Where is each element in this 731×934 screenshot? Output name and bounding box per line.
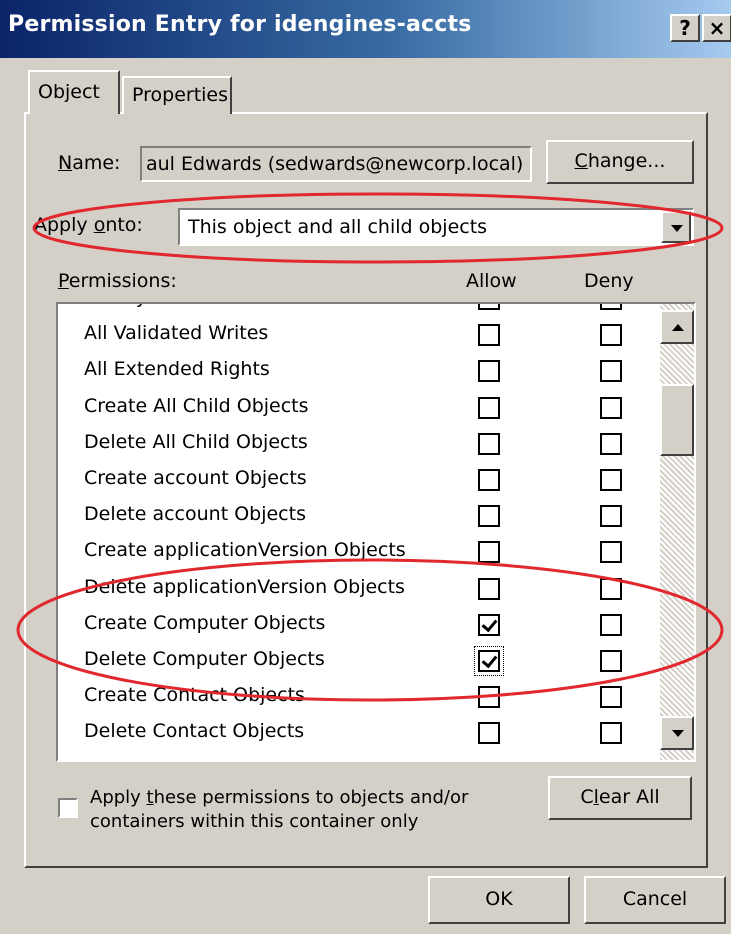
permissions-list[interactable]: Modify Owner All Validated Writes All Exte… xyxy=(56,302,696,762)
apply-container-only-line2: containers within this container only xyxy=(90,811,419,832)
permission-row[interactable]: Delete All Child Objects xyxy=(58,427,658,463)
title-bar[interactable]: Permission Entry for idengines-accts ? × xyxy=(0,0,731,58)
deny-checkbox[interactable] xyxy=(600,686,622,709)
scroll-up-arrow-icon[interactable] xyxy=(660,310,694,344)
apply-container-only-line1: Apply these permissions to objects and/o… xyxy=(90,786,468,810)
name-label-hotkey: N xyxy=(58,152,73,174)
permission-label: All Extended Rights xyxy=(84,358,270,381)
tab-properties-label: Properties xyxy=(132,84,229,106)
name-label: Name: xyxy=(58,152,120,174)
allow-checkbox[interactable] xyxy=(478,396,500,419)
permission-row[interactable]: All Extended Rights xyxy=(58,354,658,390)
permission-label: Create account Objects xyxy=(84,467,307,489)
scroll-thumb[interactable] xyxy=(660,384,694,456)
deny-checkbox[interactable] xyxy=(600,541,622,564)
permission-row[interactable]: Delete applicationVersion Objects xyxy=(58,572,658,608)
deny-checkbox[interactable] xyxy=(600,324,622,347)
allow-checkbox[interactable] xyxy=(478,613,500,636)
permission-label: Create Contact Objects xyxy=(84,684,305,707)
permission-row[interactable]: Create All Child Objects xyxy=(58,391,658,427)
apply-onto-post: nto: xyxy=(105,214,143,236)
apply-onto-dropdown[interactable]: This object and all child objects xyxy=(178,208,694,246)
apply-container-only-checkbox[interactable] xyxy=(58,798,78,818)
permission-label: Create All Child Objects xyxy=(84,394,309,417)
deny-checkbox[interactable] xyxy=(600,432,622,455)
permission-row[interactable]: Create Computer Objects xyxy=(58,608,658,644)
name-field: aul Edwards (sedwards@newcorp.local) xyxy=(140,146,532,182)
tab-properties[interactable]: Properties xyxy=(122,76,232,114)
allow-checkbox[interactable] xyxy=(478,304,500,310)
deny-checkbox[interactable] xyxy=(600,304,622,310)
apply-line1-hotkey: t xyxy=(146,787,154,808)
permission-row[interactable]: Delete Contact Objects xyxy=(58,716,658,752)
permission-label: Delete All Child Objects xyxy=(84,430,308,453)
permissions-label-text: ermissions: xyxy=(68,270,177,292)
tab-object[interactable]: Object xyxy=(28,70,120,114)
apply-onto-label: Apply onto: xyxy=(34,214,143,236)
tab-object-label: Object xyxy=(38,81,100,103)
clear-all-pre: C xyxy=(580,786,594,808)
apply-container-only-label: Apply these permissions to objects and/o… xyxy=(90,786,468,834)
permission-label: Delete applicationVersion Objects xyxy=(84,575,405,598)
name-value: aul Edwards (sedwards@newcorp.local) xyxy=(146,153,524,175)
change-hotkey: C xyxy=(574,150,588,172)
ok-button[interactable]: OK xyxy=(428,876,570,924)
apply-onto-value: This object and all child objects xyxy=(188,216,488,238)
permission-row[interactable]: Create Contact Objects xyxy=(58,680,658,716)
permission-label: Modify Owner xyxy=(84,304,215,308)
allow-checkbox[interactable] xyxy=(478,505,500,528)
deny-checkbox[interactable] xyxy=(600,360,622,383)
window-title: Permission Entry for idengines-accts xyxy=(8,12,472,37)
deny-checkbox[interactable] xyxy=(600,722,622,745)
permission-row[interactable]: All Validated Writes xyxy=(58,318,658,354)
allow-checkbox[interactable] xyxy=(478,722,500,745)
allow-checkbox[interactable] xyxy=(478,577,500,600)
permission-row[interactable]: Delete Computer Objects xyxy=(58,644,658,680)
permission-label: Create Computer Objects xyxy=(84,611,326,634)
allow-header: Allow xyxy=(466,270,517,292)
allow-checkbox[interactable] xyxy=(478,686,500,709)
change-button[interactable]: Change... xyxy=(546,140,694,184)
clear-all-button[interactable]: Clear All xyxy=(548,776,692,820)
permission-label: Delete account Objects xyxy=(84,503,306,526)
clear-all-post: ear All xyxy=(598,786,660,808)
permission-row[interactable]: Create applicationVersion Objects xyxy=(58,535,658,571)
deny-checkbox[interactable] xyxy=(600,577,622,600)
chevron-down-icon[interactable] xyxy=(661,211,691,243)
allow-checkbox[interactable] xyxy=(478,432,500,455)
permission-label: Create applicationVersion Objects xyxy=(84,539,406,562)
deny-header: Deny xyxy=(584,270,634,292)
change-label: hange... xyxy=(587,150,666,172)
apply-line1-post: hese permissions to objects and/or xyxy=(153,787,469,808)
permission-label: All Validated Writes xyxy=(84,322,269,345)
allow-checkbox[interactable] xyxy=(474,646,504,676)
apply-onto-hotkey: o xyxy=(93,214,106,236)
deny-checkbox[interactable] xyxy=(600,396,622,419)
allow-checkbox[interactable] xyxy=(478,324,500,347)
permission-row[interactable]: Create account Objects xyxy=(58,463,658,499)
deny-checkbox[interactable] xyxy=(600,505,622,528)
permission-row[interactable]: Delete account Objects xyxy=(58,499,658,535)
help-button[interactable]: ? xyxy=(670,14,700,42)
apply-onto-pre: Apply xyxy=(34,214,94,236)
allow-checkbox[interactable] xyxy=(478,360,500,383)
allow-checkbox[interactable] xyxy=(478,469,500,491)
deny-checkbox[interactable] xyxy=(600,650,622,672)
permissions-hotkey: P xyxy=(58,270,69,292)
deny-checkbox[interactable] xyxy=(600,469,622,491)
permission-label: Delete Computer Objects xyxy=(84,648,325,670)
scroll-down-arrow-icon[interactable] xyxy=(660,716,694,750)
deny-checkbox[interactable] xyxy=(600,613,622,636)
permissions-label: Permissions: xyxy=(58,270,177,292)
apply-line1-pre: Apply xyxy=(90,787,147,808)
permissions-scrollbar[interactable] xyxy=(660,304,694,760)
permission-row[interactable]: Modify Owner xyxy=(58,304,658,318)
name-label-text: ame: xyxy=(72,152,121,174)
permission-label: Delete Contact Objects xyxy=(84,720,305,743)
close-button[interactable]: × xyxy=(702,14,731,42)
allow-checkbox[interactable] xyxy=(478,541,500,564)
cancel-button[interactable]: Cancel xyxy=(584,876,726,924)
